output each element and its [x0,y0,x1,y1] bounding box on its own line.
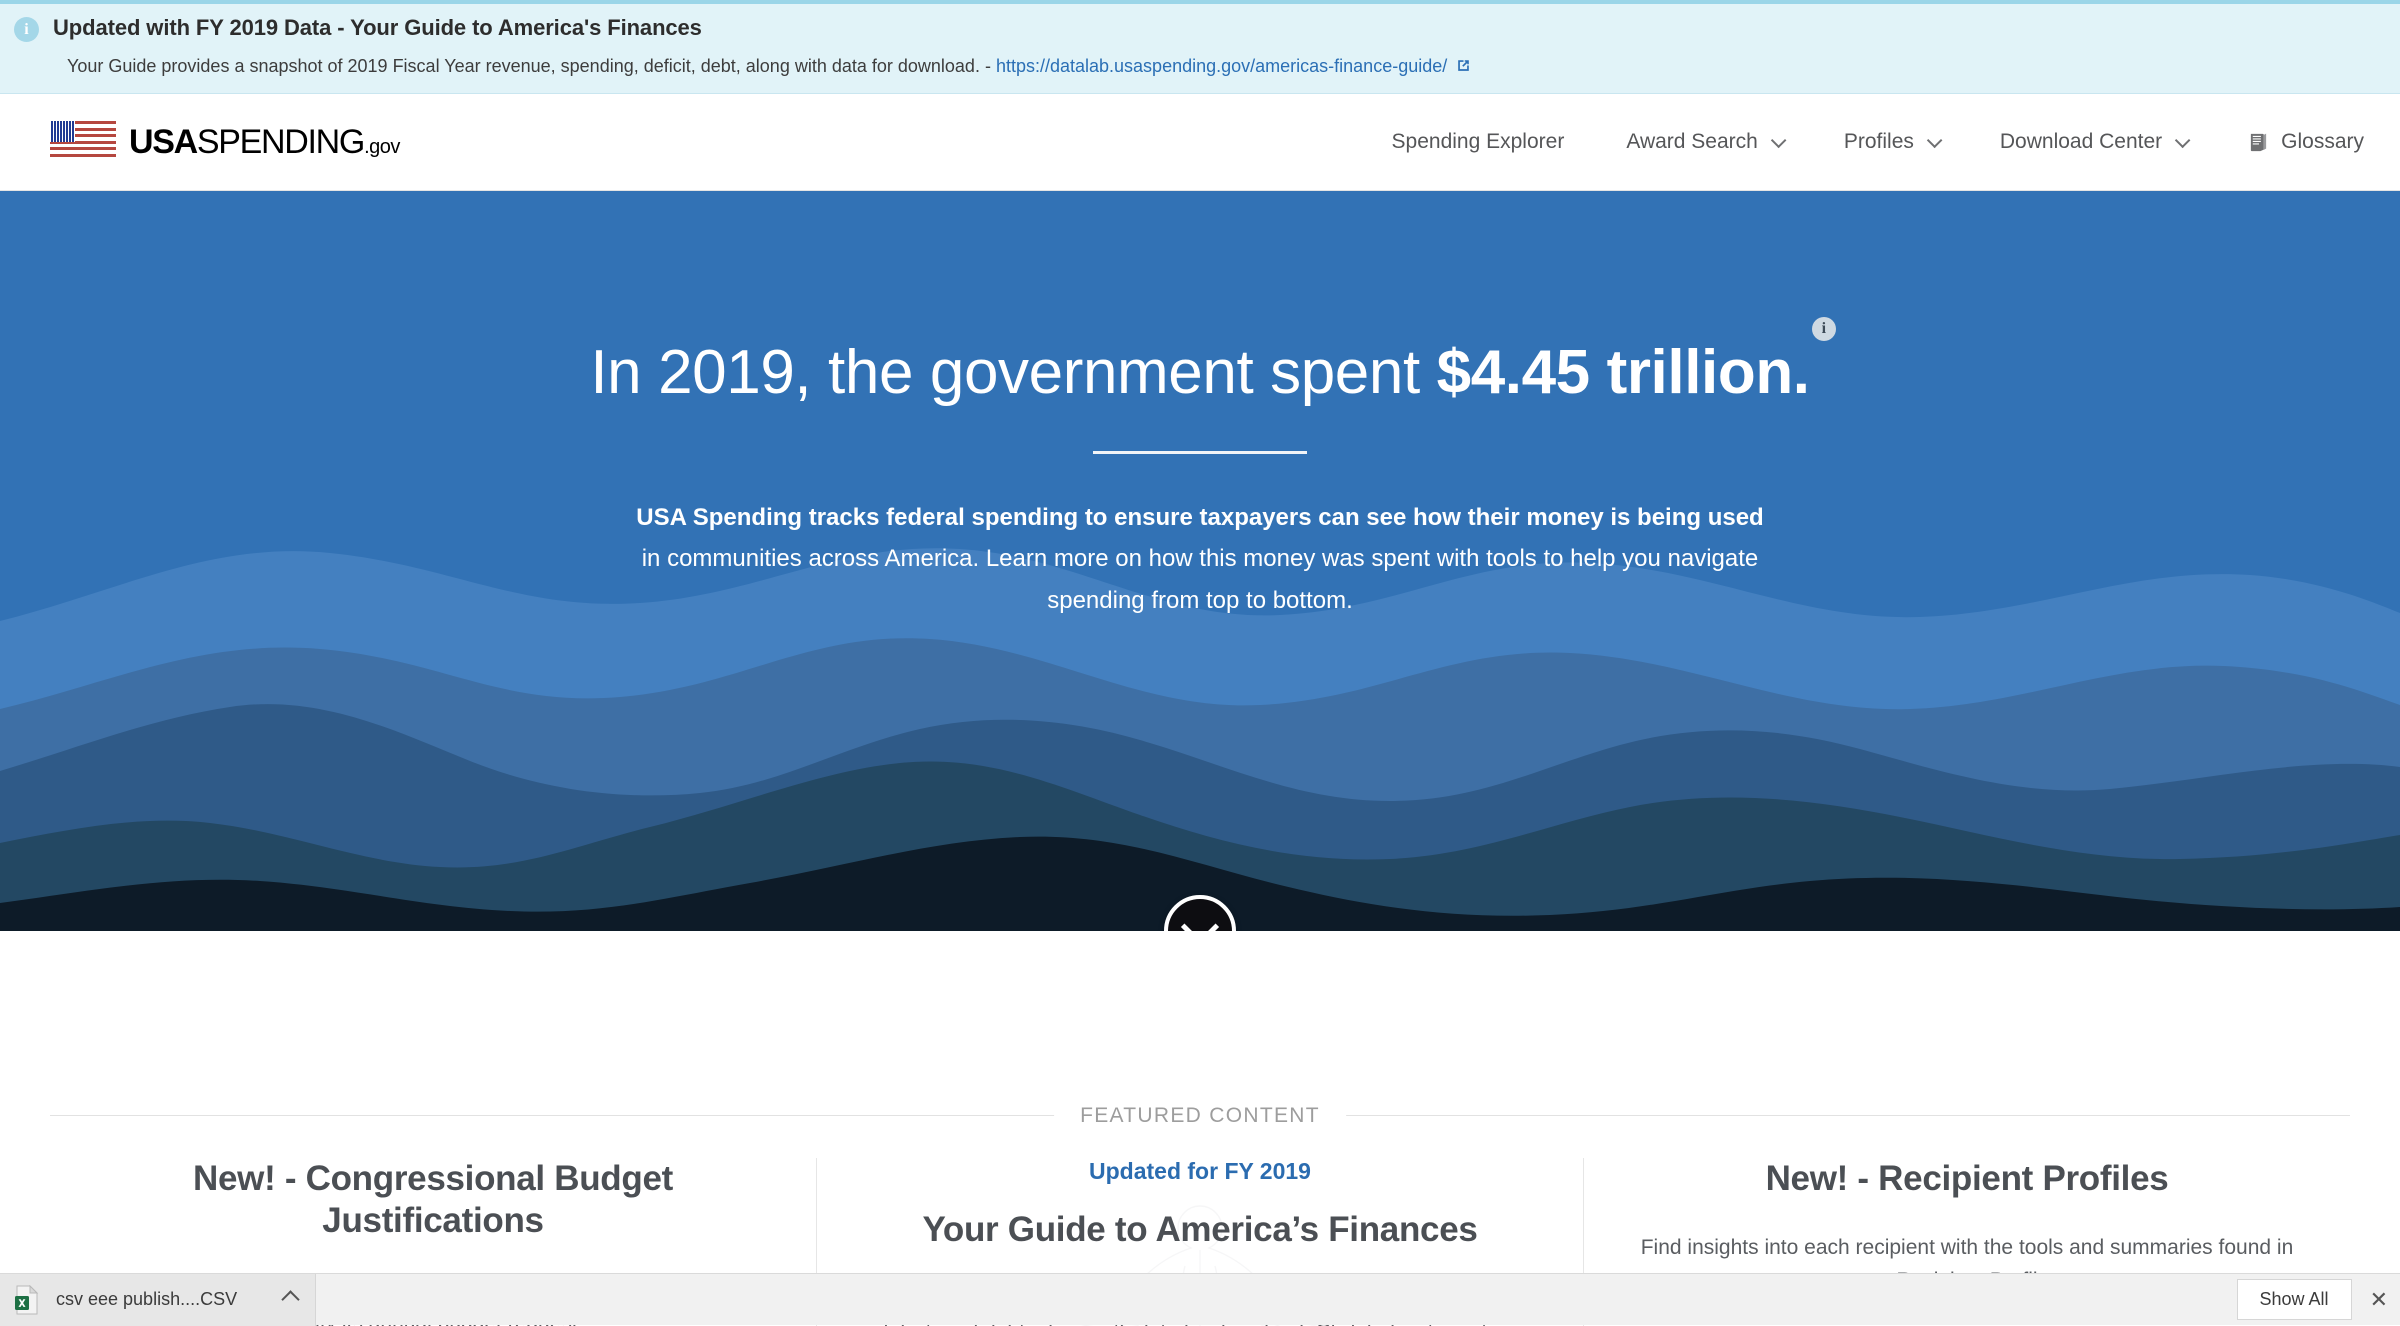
hero-paragraph: USA Spending tracks federal spending to … [635,497,1765,621]
hero-headline-amount: $4.45 trillion. [1437,338,1810,407]
chevron-down-icon [2175,132,2191,148]
chevron-down-icon [1927,132,1943,148]
featured-divider: FEATURED CONTENT [50,1115,2350,1116]
external-link-icon[interactable] [1455,57,1472,74]
excel-file-icon [14,1285,40,1315]
chevron-down-icon [1771,132,1787,148]
alert-link[interactable]: https://datalab.usaspending.gov/americas… [996,56,1447,76]
browser-downloads-bar: csv eee publish....CSV Show All ✕ [0,1273,2400,1325]
brand-light: SPENDING [197,123,364,161]
nav-item-spending-explorer[interactable]: Spending Explorer [1392,130,1565,154]
nav-label: Profiles [1844,130,1914,154]
featured-section-label: FEATURED CONTENT [1054,1104,1346,1128]
alert-title-row: Updated with FY 2019 Data - Your Guide t… [14,15,2400,42]
main-navigation: Spending Explorer Award Search Profiles … [1392,130,2364,154]
hero-paragraph-rest: in communities across America. Learn mor… [642,545,1759,613]
close-icon[interactable]: ✕ [2370,1289,2388,1311]
download-file-name: csv eee publish....CSV [56,1289,256,1310]
book-icon [2248,131,2269,153]
nav-item-profiles[interactable]: Profiles [1844,130,1938,154]
nav-item-glossary[interactable]: Glossary [2248,130,2364,154]
hero-paragraph-strong: USA Spending tracks federal spending to … [636,504,1763,531]
downloads-bar-actions: Show All ✕ [2237,1279,2400,1320]
info-tooltip-icon[interactable] [1812,317,1836,341]
nav-item-award-search[interactable]: Award Search [1626,130,1782,154]
site-alert-banner: Updated with FY 2019 Data - Your Guide t… [0,0,2400,94]
nav-label: Spending Explorer [1392,130,1565,154]
hero-banner: In 2019, the government spent $4.45 tril… [0,191,2400,931]
show-all-button[interactable]: Show All [2237,1279,2352,1320]
nav-item-download-center[interactable]: Download Center [2000,130,2186,154]
card-title: New! - Congressional Budget Justificatio… [96,1158,770,1242]
brand-bold: USA [129,123,197,161]
card-eyebrow: Updated for FY 2019 [863,1158,1537,1185]
download-item[interactable]: csv eee publish....CSV [0,1274,316,1326]
site-header: USASPENDING.gov Spending Explorer Award … [0,94,2400,191]
alert-description-text: Your Guide provides a snapshot of 2019 F… [67,56,996,76]
card-title: Your Guide to America’s Finances [863,1209,1537,1251]
brand-wordmark: USASPENDING.gov [129,125,400,159]
alert-description: Your Guide provides a snapshot of 2019 F… [67,55,2400,78]
nav-label: Download Center [2000,130,2162,154]
hero-headline: In 2019, the government spent $4.45 tril… [590,339,1809,407]
usa-flag-icon [50,121,116,163]
chevron-up-icon[interactable] [281,1290,299,1308]
info-circle-icon [14,17,39,42]
nav-label: Award Search [1626,130,1758,154]
hero-headline-lead: In 2019, the government spent [590,338,1436,407]
alert-title: Updated with FY 2019 Data - Your Guide t… [53,15,702,41]
hero-content: In 2019, the government spent $4.45 tril… [0,191,2400,621]
nav-label: Glossary [2281,130,2364,154]
card-title: New! - Recipient Profiles [1630,1158,2304,1200]
brand-suffix: .gov [364,136,400,158]
hero-divider [1093,451,1307,454]
site-logo[interactable]: USASPENDING.gov [50,121,400,163]
